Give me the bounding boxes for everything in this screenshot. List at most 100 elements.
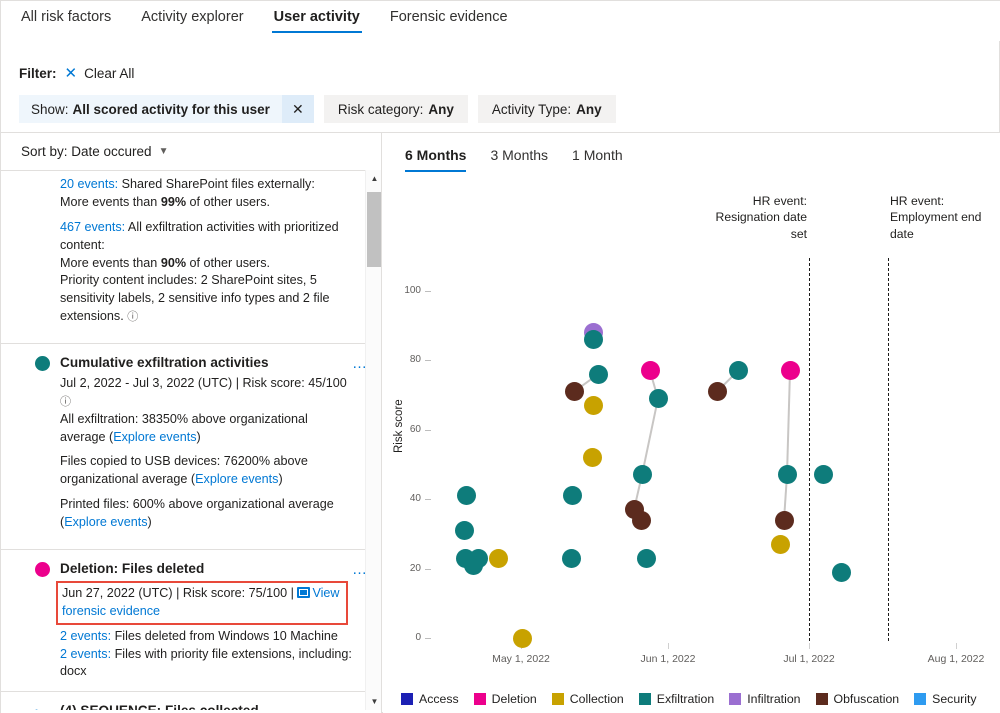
data-point-exfiltration[interactable] [455, 521, 474, 540]
chart-legend: Access Deletion Collection Exfiltration Infi… [401, 692, 986, 706]
more-events-pct: 90% [161, 256, 186, 270]
activity-card-meta: Jul 2, 2022 - Jul 3, 2022 (UTC) | Risk s… [60, 375, 354, 411]
activity-card-meta-text: Jun 27, 2022 (UTC) | Risk score: 75/100 … [62, 586, 297, 600]
clear-all-label: Clear All [84, 66, 134, 81]
data-point-collection[interactable] [771, 535, 790, 554]
close-icon: ✕ [65, 66, 78, 81]
data-point-exfiltration[interactable] [562, 549, 581, 568]
forensic-evidence-highlight: Jun 27, 2022 (UTC) | Risk score: 75/100 … [56, 581, 348, 625]
data-point-exfiltration[interactable] [584, 330, 603, 349]
info-icon[interactable]: ⓘ [60, 396, 71, 408]
explore-events-link[interactable]: Explore events [64, 515, 147, 529]
legend-swatch-icon [639, 693, 651, 705]
legend-item-infiltration[interactable]: Infiltration [729, 692, 800, 706]
data-point-exfiltration[interactable] [729, 361, 748, 380]
activity-card-event-1: 2 events: Files deleted from Windows 10 … [60, 628, 354, 646]
activity-card-partial: 20 events: Shared SharePoint files exter… [1, 170, 382, 344]
legend-label: Deletion [492, 692, 537, 706]
tab-activity-explorer[interactable]: Activity explorer [139, 1, 245, 35]
legend-swatch-icon [552, 693, 564, 705]
legend-item-deletion[interactable]: Deletion [474, 692, 537, 706]
data-point-obfuscation[interactable] [565, 382, 584, 401]
data-point-collection[interactable] [584, 396, 603, 415]
filter-label: Filter: [19, 66, 57, 81]
tab-user-activity[interactable]: User activity [272, 1, 362, 35]
filter-chip-activity-type-prefix: Activity Type: [492, 102, 571, 117]
explore-events-link[interactable]: Explore events [195, 472, 278, 486]
data-point-exfiltration[interactable] [637, 549, 656, 568]
activity-card-header: Cumulative exfiltration activities … [15, 348, 354, 375]
events-link[interactable]: 2 events: [60, 647, 111, 661]
activity-card-detail-3: Printed files: 600% above organizational… [60, 496, 354, 532]
events-link[interactable]: 20 events: [60, 177, 118, 191]
scrollbar-thumb[interactable] [367, 192, 382, 267]
filter-chip-risk-category-value: Any [428, 102, 454, 117]
sort-by-label: Sort by: Date occured [21, 144, 152, 159]
data-point-exfiltration[interactable] [457, 486, 476, 505]
events-link[interactable]: 2 events: [60, 629, 111, 643]
more-events-post: of other users. [186, 195, 270, 209]
data-point-exfiltration[interactable] [649, 389, 668, 408]
legend-item-access[interactable]: Access [401, 692, 459, 706]
legend-label: Exfiltration [657, 692, 714, 706]
data-point-obfuscation[interactable] [775, 511, 794, 530]
events-text: Shared SharePoint files externally: [118, 177, 315, 191]
data-point-exfiltration[interactable] [778, 465, 797, 484]
filter-chip-risk-category[interactable]: Risk category: Any [324, 95, 468, 123]
data-point-deletion[interactable] [641, 361, 660, 380]
activity-partial-line-4: More events than 90% of other users. [60, 255, 354, 273]
explore-events-link[interactable]: Explore events [113, 430, 196, 444]
legend-item-security[interactable]: Security [914, 692, 976, 706]
data-point-obfuscation[interactable] [632, 511, 651, 530]
info-icon[interactable]: ⓘ [127, 311, 138, 323]
page-tabs: All risk factors Activity explorer User … [1, 1, 1000, 41]
activity-card-meta-text: Jul 2, 2022 - Jul 3, 2022 (UTC) | Risk s… [60, 376, 347, 390]
data-point-exfiltration[interactable] [633, 465, 652, 484]
activity-card-sequence: › (4) SEQUENCE: Files collected, obfusca… [1, 692, 382, 710]
filter-chip-show-remove[interactable]: ✕ [282, 95, 314, 123]
data-point-exfiltration[interactable] [832, 563, 851, 582]
tab-all-risk-factors[interactable]: All risk factors [19, 1, 113, 35]
forensic-evidence-icon [297, 587, 310, 598]
filter-chip-risk-category-prefix: Risk category: [338, 102, 424, 117]
scroll-up-arrow-icon[interactable]: ▲ [366, 170, 382, 187]
data-point-collection[interactable] [583, 448, 602, 467]
risk-score-scatter-plot: Risk score 020406080100May 1, 2022Jun 1,… [383, 133, 1000, 678]
activity-list: 20 events: Shared SharePoint files exter… [1, 170, 382, 710]
filter-chip-show[interactable]: Show: All scored activity for this user [19, 95, 282, 123]
legend-item-exfiltration[interactable]: Exfiltration [639, 692, 714, 706]
data-point-collection[interactable] [513, 629, 532, 648]
legend-item-obfuscation[interactable]: Obfuscation [816, 692, 900, 706]
data-point-exfiltration[interactable] [456, 549, 475, 568]
activity-card-body: Jun 27, 2022 (UTC) | Risk score: 75/100 … [15, 581, 354, 681]
data-point-exfiltration[interactable] [814, 465, 833, 484]
data-point-collection[interactable] [489, 549, 508, 568]
activity-card-partial-body: 20 events: Shared SharePoint files exter… [15, 176, 354, 326]
legend-item-collection[interactable]: Collection [552, 692, 624, 706]
data-point-exfiltration[interactable] [563, 486, 582, 505]
activity-card-deletion-files-deleted: Deletion: Files deleted … Jun 27, 2022 (… [1, 550, 382, 692]
chevron-down-icon: ▼ [159, 146, 169, 157]
activity-card-title: Cumulative exfiltration activities [60, 355, 269, 372]
filter-chip-activity-type[interactable]: Activity Type: Any [478, 95, 616, 123]
activity-chart-panel: 6 Months 3 Months 1 Month Risk score 020… [383, 133, 1000, 713]
legend-label: Collection [570, 692, 624, 706]
activity-partial-line-1: 20 events: Shared SharePoint files exter… [60, 176, 354, 194]
expand-chevron-right-icon[interactable]: › [35, 703, 50, 710]
activity-card-detail-2: Files copied to USB devices: 76200% abov… [60, 453, 354, 489]
activity-card-event-2: 2 events: Files with priority file exten… [60, 646, 354, 682]
activity-partial-line-5: Priority content includes: 2 SharePoint … [60, 272, 354, 326]
data-point-obfuscation[interactable] [708, 382, 727, 401]
more-events-pre: More events than [60, 195, 161, 209]
scroll-down-arrow-icon[interactable]: ▼ [366, 693, 382, 710]
data-point-exfiltration[interactable] [589, 365, 608, 384]
activity-connector-lines [383, 133, 1000, 678]
events-link[interactable]: 467 events: [60, 220, 125, 234]
activity-list-scrollbar[interactable]: ▲ ▼ [365, 170, 382, 710]
filter-chip-show-value: All scored activity for this user [73, 102, 270, 117]
sort-by-dropdown[interactable]: Sort by: Date occured ▼ [1, 133, 381, 170]
clear-all-button[interactable]: ✕ Clear All [65, 66, 135, 81]
legend-label: Security [932, 692, 976, 706]
tab-forensic-evidence[interactable]: Forensic evidence [388, 1, 510, 35]
data-point-deletion[interactable] [781, 361, 800, 380]
